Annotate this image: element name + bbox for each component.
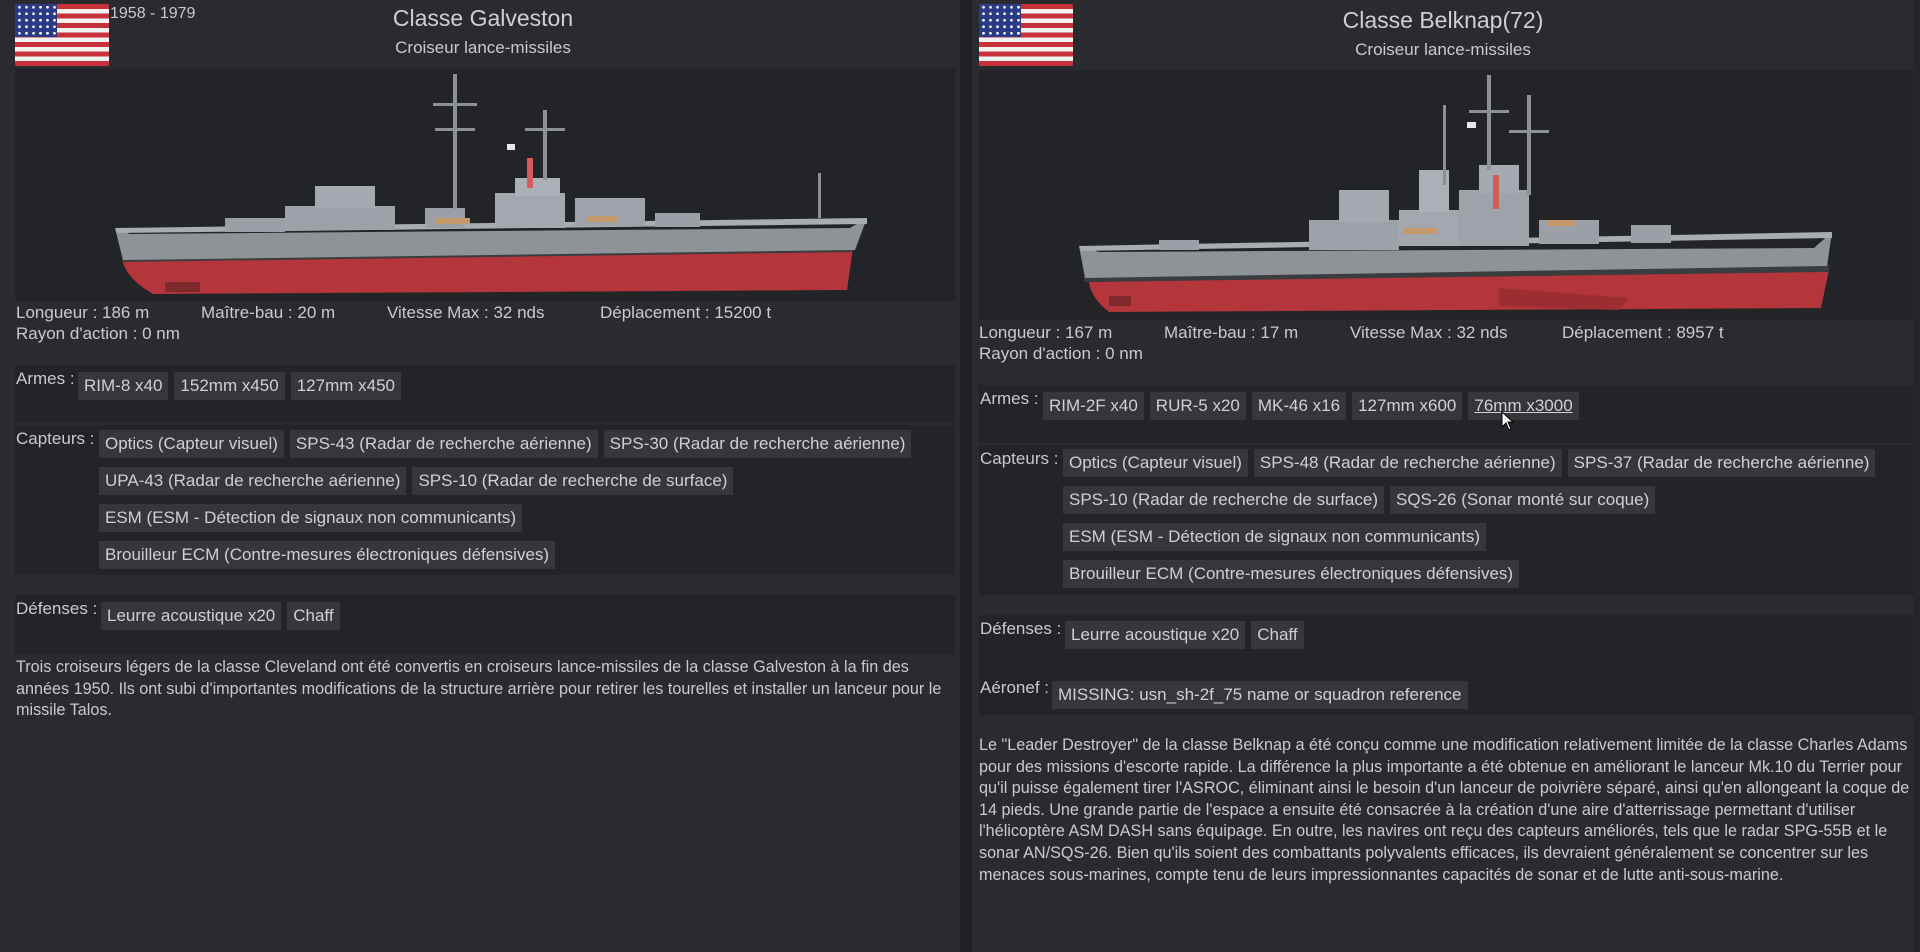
sensor-chip[interactable]: ESM (ESM - Détection de signaux non comm…: [99, 504, 523, 532]
weapon-chip[interactable]: RUR-5 x20: [1149, 392, 1246, 420]
sensor-chip[interactable]: SPS-10 (Radar de recherche de surface): [412, 467, 734, 495]
defense-chip[interactable]: Chaff: [1251, 621, 1304, 649]
stat-speed: Vitesse Max : 32 nds: [387, 303, 545, 322]
stat-range: Rayon d'action : 0 nm: [16, 324, 180, 343]
defense-chip[interactable]: Leurre acoustique x20: [101, 602, 282, 630]
sensor-chip[interactable]: SPS-43 (Radar de recherche aérienne): [289, 430, 598, 458]
weapon-chip[interactable]: 127mm x450: [290, 372, 401, 400]
unit-subtitle: Croiseur lance-missiles: [1355, 40, 1531, 59]
ship-silhouette-icon: [1079, 75, 1832, 312]
unit-panel-right: Classe Belknap(72) Croiseur lance-missil…: [966, 0, 1920, 952]
sensor-chip[interactable]: SPS-37 (Radar de recherche aérienne): [1567, 449, 1876, 477]
defense-chip[interactable]: Leurre acoustique x20: [1065, 621, 1246, 649]
sensors-section: Capteurs : Optics (Capteur visuel) SPS-43…: [15, 425, 955, 575]
weapon-chip[interactable]: 76mm x3000: [1468, 392, 1579, 420]
weapon-chip[interactable]: RIM-2F x40: [1043, 392, 1144, 420]
sensor-chip[interactable]: Brouilleur ECM (Contre-mesures électroni…: [1063, 560, 1520, 588]
unit-title: Classe Galveston: [392, 5, 574, 31]
defenses-label: Défenses :: [16, 599, 98, 618]
weapons-section: Armes : RIM-2F x40 RUR-5 x20 MK-46 x16 127m…: [979, 385, 1914, 443]
stat-length: Longueur : 167 m: [979, 323, 1113, 342]
defenses-section: Défenses : Leurre acoustique x20 Chaff: [15, 595, 955, 655]
unit-header: Classe Belknap(72) Croiseur lance-missil…: [966, 0, 1920, 80]
sensor-chip[interactable]: SPS-10 (Radar de recherche de surface): [1063, 486, 1384, 514]
defense-chip[interactable]: Chaff: [287, 602, 340, 630]
sensor-chip[interactable]: ESM (ESM - Détection de signaux non comm…: [1063, 523, 1487, 551]
sensor-chip[interactable]: Brouilleur ECM (Contre-mesures électroni…: [99, 541, 556, 569]
scrollbar[interactable]: [1914, 0, 1920, 952]
sensor-chip[interactable]: SPS-30 (Radar de recherche aérienne): [603, 430, 912, 458]
weapon-chip[interactable]: RIM-8 x40: [78, 372, 169, 400]
unit-description: Trois croiseurs légers de la classe Clev…: [16, 658, 942, 720]
unit-panel-left: 1958 - 1979 Classe Galveston Croiseur la…: [0, 0, 966, 952]
sensor-chip[interactable]: SPS-48 (Radar de recherche aérienne): [1253, 449, 1562, 477]
sensor-chip[interactable]: Optics (Capteur visuel): [1063, 449, 1248, 477]
aircraft-label: Aéronef :: [980, 678, 1049, 697]
unit-subtitle: Croiseur lance-missiles: [395, 38, 571, 57]
stat-beam: Maître-bau : 17 m: [1164, 323, 1299, 342]
aircraft-chip[interactable]: MISSING: usn_sh-2f_75 name or squadron r…: [1052, 681, 1468, 709]
unit-stats: Longueur : 167 m Maître-bau : 17 m Vites…: [979, 322, 1914, 364]
ship-image: [979, 70, 1914, 320]
weapon-chip[interactable]: MK-46 x16: [1251, 392, 1347, 420]
sensor-chip[interactable]: UPA-43 (Radar de recherche aérienne): [99, 467, 407, 495]
aircraft-section: Aéronef : MISSING: usn_sh-2f_75 name or …: [979, 675, 1914, 715]
sensors-section: Capteurs : Optics (Capteur visuel) SPS-48…: [979, 445, 1914, 595]
stat-displacement: Déplacement : 15200 t: [600, 303, 772, 322]
sensor-chip[interactable]: Optics (Capteur visuel): [99, 430, 284, 458]
ship-image: [15, 68, 955, 301]
weapons-section: Armes : RIM-8 x40 152mm x450 127mm x450: [15, 365, 955, 423]
mouse-cursor-icon: [1501, 411, 1515, 431]
defenses-section: Défenses : Leurre acoustique x20 Chaff: [979, 615, 1914, 675]
sensors-label: Capteurs :: [980, 449, 1059, 468]
sensors-label: Capteurs :: [16, 429, 95, 448]
unit-title: Classe Belknap(72): [1342, 7, 1544, 33]
stat-beam: Maître-bau : 20 m: [201, 303, 336, 322]
sensor-chip[interactable]: SQS-26 (Sonar monté sur coque): [1390, 486, 1656, 514]
weapons-label: Armes :: [980, 389, 1039, 408]
ship-silhouette-icon: [115, 74, 867, 294]
weapon-chip[interactable]: 127mm x600: [1352, 392, 1463, 420]
unit-description: Le "Leader Destroyer" de la classe Belkn…: [979, 736, 1910, 884]
weapon-chip[interactable]: 152mm x450: [174, 372, 285, 400]
unit-stats: Longueur : 186 m Maître-bau : 20 m Vites…: [16, 302, 956, 344]
stat-displacement: Déplacement : 8957 t: [1562, 323, 1724, 342]
stat-range: Rayon d'action : 0 nm: [979, 344, 1143, 363]
defenses-label: Défenses :: [980, 619, 1062, 638]
stat-speed: Vitesse Max : 32 nds: [1350, 323, 1508, 342]
stat-length: Longueur : 186 m: [16, 303, 150, 322]
weapons-label: Armes :: [16, 369, 75, 388]
